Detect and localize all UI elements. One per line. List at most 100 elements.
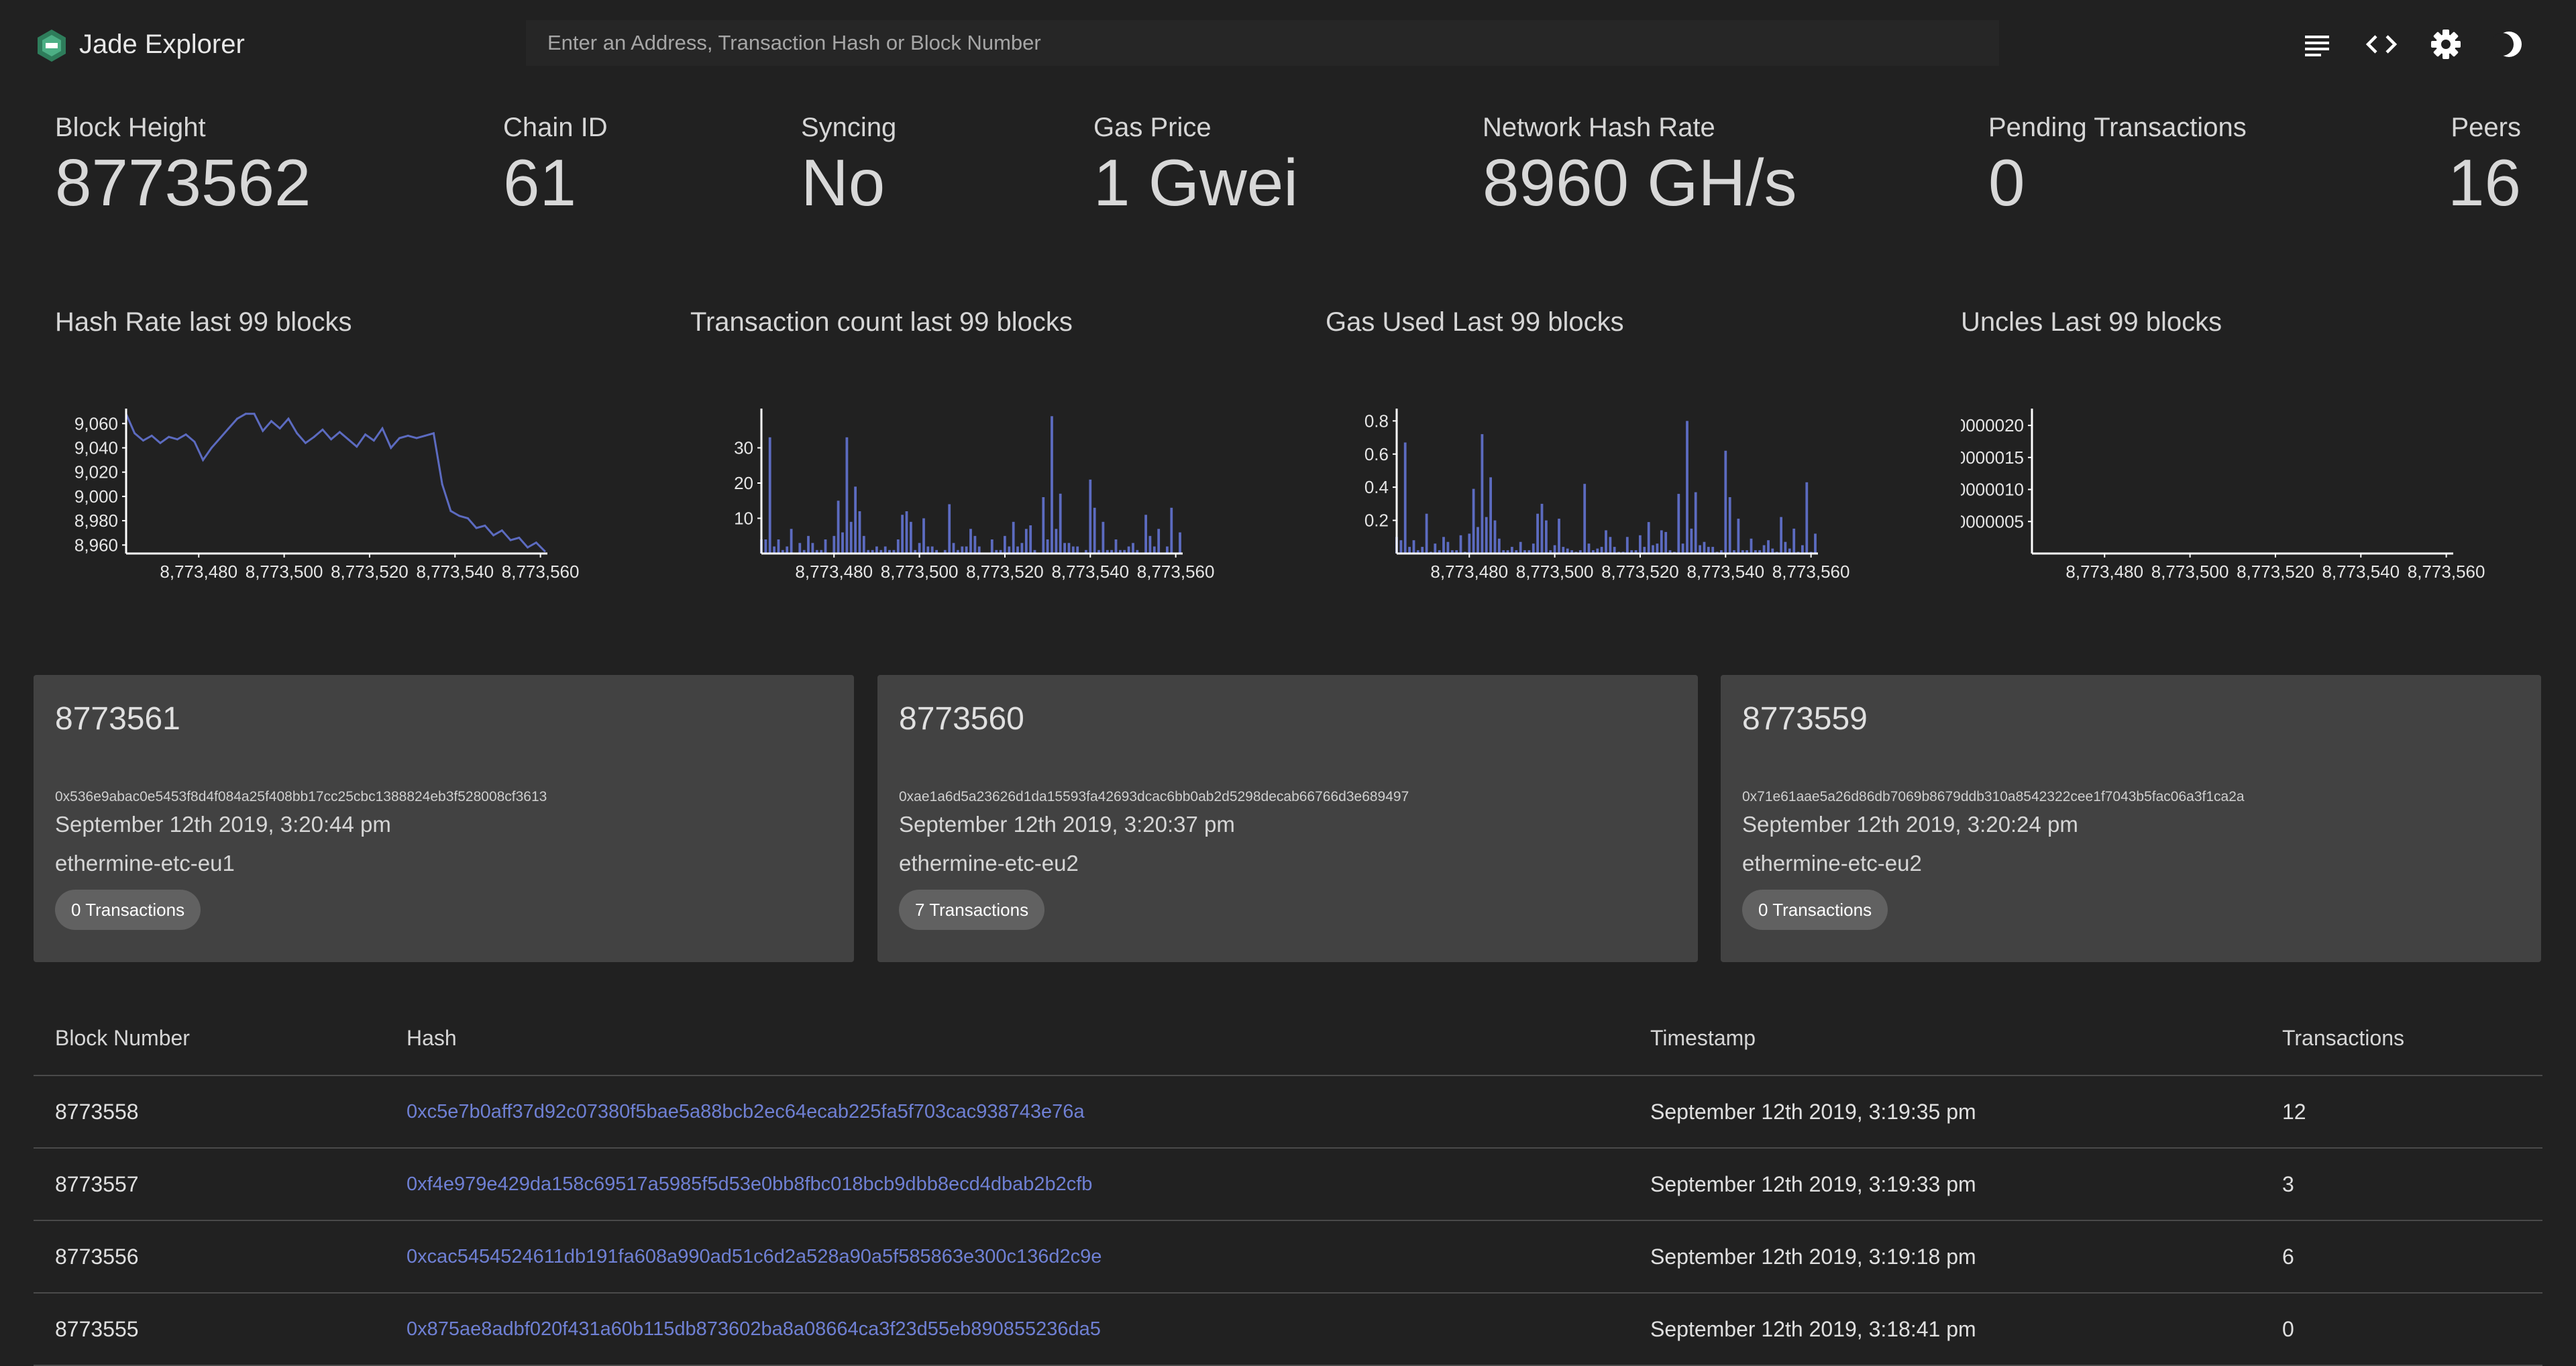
x-tick-label: 8,773,480: [2065, 562, 2143, 582]
y-tick-label: 8,980: [74, 511, 118, 531]
cell-block-number: 8773557: [55, 1172, 139, 1196]
code-icon[interactable]: [2364, 27, 2399, 62]
y-tick-label: 0.6: [1364, 444, 1389, 464]
x-tick-label: 8,773,500: [1516, 562, 1594, 582]
stat-value: No: [801, 146, 885, 219]
chart-title-hash-rate: Hash Rate last 99 blocks: [55, 307, 352, 337]
column-header-hash: Hash: [407, 1026, 457, 1050]
series-line: [125, 413, 546, 552]
bar: [1089, 479, 1092, 554]
chart-svg: 8,773,480 8,773,500 8,773,520 8,773,540 8,77…: [1364, 409, 1849, 582]
bar: [1489, 477, 1492, 554]
block-hash: 0x71e61aae5a26d86db7069b8679ddb310a85423…: [1742, 789, 2245, 804]
data-point: [244, 413, 247, 415]
bar: [1403, 442, 1407, 554]
top-app-bar: Jade Explorer: [0, 0, 2576, 93]
chart-svg: 8,773,480 8,773,500 8,773,520 8,773,540 8,77…: [734, 409, 1214, 582]
bar: [1792, 528, 1796, 554]
bar: [1724, 450, 1727, 554]
bar: [1780, 517, 1782, 554]
bar: [807, 535, 810, 554]
data-point: [142, 439, 144, 442]
stat-block-height: Block Height 8773562: [55, 113, 311, 215]
cell-hash-link[interactable]: 0xf4e979e429da158c69517a5985f5d53e0bb8fb…: [407, 1149, 1092, 1220]
data-point: [372, 439, 375, 442]
bar: [952, 543, 955, 554]
bar: [849, 521, 853, 554]
settings-icon[interactable]: [2428, 27, 2463, 62]
block-number[interactable]: 8773559: [1742, 700, 1868, 737]
stat-value: 8960 GH/s: [1483, 146, 1797, 219]
bar: [1519, 541, 1522, 554]
data-point: [278, 427, 281, 430]
block-card[interactable]: 8773560 0xae1a6d5a23626d1da15593fa42693d…: [877, 675, 1698, 962]
transactions-chip[interactable]: 7 Transactions: [899, 890, 1045, 930]
cell-hash-link[interactable]: 0xc5e7b0aff37d92c07380f5bae5a88bcb2ec64e…: [407, 1076, 1085, 1147]
bar: [1170, 507, 1173, 554]
data-point: [253, 413, 256, 415]
stat-pending-transactions: Pending Transactions 0: [1988, 113, 2247, 215]
bar: [1639, 535, 1642, 554]
dark-mode-icon[interactable]: [2493, 27, 2528, 62]
cell-hash-link[interactable]: 0xcac5454524611db191fa608a990ad51c6d2a52…: [407, 1221, 1102, 1292]
x-tick-label: 8,773,520: [1601, 562, 1679, 582]
bar: [1545, 520, 1548, 554]
cell-hash-link[interactable]: 0x875ae8adbf020f431a60b115db873602ba8a08…: [407, 1294, 1101, 1365]
x-tick-label: 8,773,520: [966, 562, 1044, 582]
data-point: [475, 527, 478, 529]
bar: [1750, 538, 1753, 554]
bar: [1703, 541, 1706, 554]
bar: [1647, 522, 1650, 554]
bar: [1481, 434, 1484, 554]
stat-peers: Peers 16: [2448, 113, 2521, 215]
data-point: [184, 433, 187, 436]
gas-used-chart: 8,773,480 8,773,500 8,773,520 8,773,540 8,77…: [1326, 399, 1929, 590]
data-point: [330, 438, 333, 441]
table-row[interactable]: 8773555 0x875ae8adbf020f431a60b115db8736…: [34, 1294, 2542, 1366]
data-point: [398, 437, 401, 439]
y-tick-label: 9,020: [74, 462, 118, 482]
cell-block-number: 8773558: [55, 1100, 139, 1124]
transactions-chip[interactable]: 0 Transactions: [1742, 890, 1888, 930]
block-card[interactable]: 8773559 0x71e61aae5a26d86db7069b8679ddb3…: [1721, 675, 2541, 962]
data-point: [321, 428, 324, 431]
search-input[interactable]: [526, 20, 1999, 66]
bar: [811, 543, 814, 554]
bar: [1609, 537, 1612, 554]
chart-svg: 8,773,480 8,773,500 8,773,520 8,773,540 8,77…: [1961, 409, 2485, 582]
block-number[interactable]: 8773561: [55, 700, 180, 737]
bar: [1012, 521, 1015, 554]
bar: [961, 546, 964, 554]
menu-icon[interactable]: [2300, 27, 2334, 62]
bar: [926, 546, 930, 554]
table-row[interactable]: 8773557 0xf4e979e429da158c69517a5985f5d5…: [34, 1149, 2542, 1221]
data-point: [381, 427, 384, 430]
stat-value: 1 Gwei: [1093, 146, 1299, 219]
transactions-chip[interactable]: 0 Transactions: [55, 890, 201, 930]
bar: [910, 521, 912, 554]
x-tick-label: 8,773,500: [881, 562, 959, 582]
bar: [1664, 531, 1668, 554]
bar: [1468, 533, 1471, 554]
cell-timestamp: September 12th 2019, 3:19:33 pm: [1650, 1172, 1976, 1196]
block-number[interactable]: 8773560: [899, 700, 1024, 737]
x-tick-label: 8,773,480: [1430, 562, 1508, 582]
table-row[interactable]: 8773558 0xc5e7b0aff37d92c07380f5bae5a88b…: [34, 1076, 2542, 1149]
bar: [862, 535, 865, 554]
bar: [1127, 546, 1130, 554]
data-point: [236, 417, 239, 420]
app-title[interactable]: Jade Explorer: [79, 30, 245, 60]
bar: [1553, 545, 1556, 554]
bar: [1485, 517, 1488, 554]
x-tick-label: 8,773,500: [2151, 562, 2229, 582]
data-point: [527, 546, 529, 549]
bar: [1686, 421, 1688, 554]
block-card[interactable]: 8773561 0x536e9abac0e5453f8d4f084a25f408…: [34, 675, 854, 962]
y-tick-label: 8,960: [74, 535, 118, 555]
bar: [841, 532, 844, 554]
bar: [901, 515, 904, 554]
data-point: [219, 437, 221, 439]
data-point: [364, 433, 367, 436]
table-header-row: Block Number Hash Timestamp Transactions: [34, 1004, 2542, 1076]
table-row[interactable]: 8773556 0xcac5454524611db191fa608a990ad5…: [34, 1221, 2542, 1294]
